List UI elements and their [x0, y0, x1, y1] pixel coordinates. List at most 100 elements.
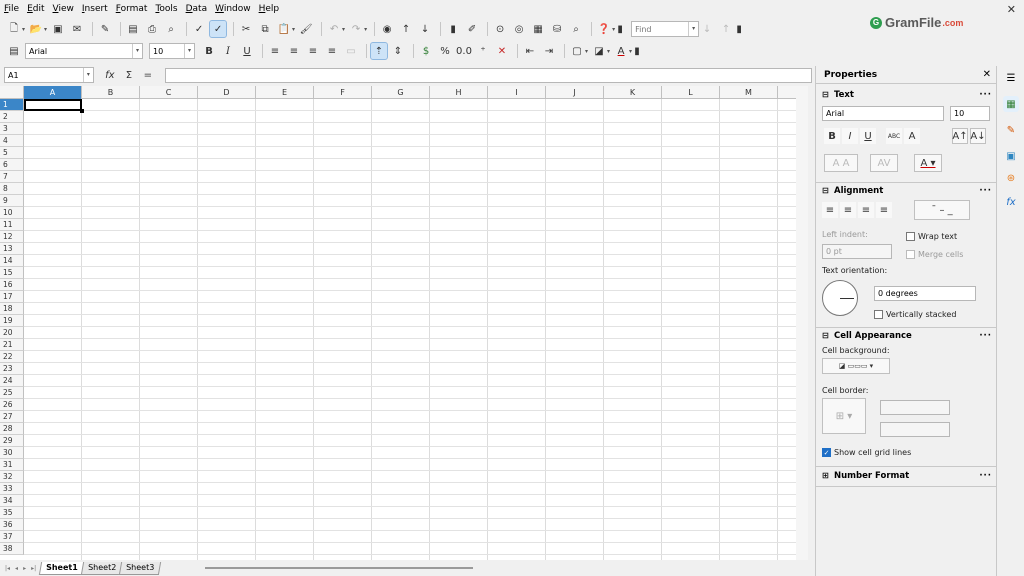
row-header-24[interactable]: 24: [0, 375, 24, 387]
find-next-icon[interactable]: ↓: [699, 21, 715, 37]
column-header-f[interactable]: F: [314, 86, 372, 99]
row-header-19[interactable]: 19: [0, 315, 24, 327]
zoom-icon[interactable]: ⌕: [568, 21, 584, 37]
menu-edit[interactable]: Edit: [27, 4, 44, 14]
row-header-3[interactable]: 3: [0, 123, 24, 135]
row-header-27[interactable]: 27: [0, 411, 24, 423]
new-icon[interactable]: 🗋: [6, 21, 22, 37]
row-header-15[interactable]: 15: [0, 267, 24, 279]
save-icon[interactable]: ▣: [50, 21, 66, 37]
column-header-h[interactable]: H: [430, 86, 488, 99]
styles-icon[interactable]: ▤: [6, 43, 22, 59]
sort-ascending-icon[interactable]: ↑: [398, 21, 414, 37]
formula-icon[interactable]: =: [140, 67, 156, 83]
text-section-header[interactable]: ⊟ Text ···: [816, 88, 997, 101]
column-header-a[interactable]: A: [24, 86, 82, 99]
bold-icon[interactable]: B: [201, 43, 217, 59]
merge-icon[interactable]: ▭: [343, 43, 359, 59]
increase-indent-icon[interactable]: ⇤: [522, 43, 538, 59]
find-replace-icon[interactable]: ⊙: [492, 21, 508, 37]
row-header-9[interactable]: 9: [0, 195, 24, 207]
function-wizard-icon[interactable]: fx: [102, 67, 118, 83]
email-icon[interactable]: ✉: [69, 21, 85, 37]
column-header-e[interactable]: E: [256, 86, 314, 99]
copy-icon[interactable]: ⧉: [257, 21, 273, 37]
toolbar-grip-icon-3[interactable]: ▮: [634, 43, 640, 59]
column-header-j[interactable]: J: [546, 86, 604, 99]
font-color-icon[interactable]: A: [613, 43, 629, 59]
prev-sheet-icon[interactable]: ◂: [15, 565, 18, 572]
menu-format[interactable]: Format: [116, 4, 148, 14]
font-size-dropdown-icon[interactable]: ▾: [184, 44, 194, 58]
vertical-align-group[interactable]: ¯ – _: [914, 200, 970, 220]
row-header-38[interactable]: 38: [0, 543, 24, 555]
spelling-icon[interactable]: ✓: [191, 21, 207, 37]
background-color-icon[interactable]: ◪: [591, 43, 607, 59]
sum-icon[interactable]: Σ: [121, 67, 137, 83]
column-header-l[interactable]: L: [662, 86, 720, 99]
row-header-33[interactable]: 33: [0, 483, 24, 495]
help-icon[interactable]: ❓: [596, 21, 612, 37]
sidebar-italic-icon[interactable]: I: [842, 128, 858, 144]
sidebar-underline-icon[interactable]: U: [860, 128, 876, 144]
deck-navigator-icon[interactable]: ⊛: [1003, 170, 1019, 186]
alignment-section-header[interactable]: ⊟ Alignment ···: [816, 184, 997, 197]
row-header-20[interactable]: 20: [0, 327, 24, 339]
record-icon[interactable]: ◎: [511, 21, 527, 37]
deck-styles-icon[interactable]: ✎: [1003, 122, 1019, 138]
spacing-icon[interactable]: AV: [870, 154, 898, 172]
row-header-11[interactable]: 11: [0, 219, 24, 231]
align-top-icon[interactable]: ⇡: [370, 42, 388, 60]
underline-icon[interactable]: U: [239, 43, 255, 59]
row-header-26[interactable]: 26: [0, 399, 24, 411]
find-input[interactable]: Find ▾: [631, 21, 700, 37]
font-name-box[interactable]: Arial ▾: [25, 43, 143, 59]
next-sheet-icon[interactable]: ▸: [23, 565, 26, 572]
increase-font-icon[interactable]: A↑: [952, 128, 968, 144]
number-format-icon[interactable]: 0.0: [456, 43, 472, 59]
clone-format-icon[interactable]: 🖌: [298, 21, 314, 37]
row-header-32[interactable]: 32: [0, 471, 24, 483]
chart-icon[interactable]: ▮: [445, 21, 461, 37]
row-header-23[interactable]: 23: [0, 363, 24, 375]
horizontal-scrollbar[interactable]: [205, 567, 473, 569]
row-header-18[interactable]: 18: [0, 303, 24, 315]
percent-icon[interactable]: %: [437, 43, 453, 59]
superscript-icon[interactable]: A A: [824, 154, 858, 172]
column-header-b[interactable]: B: [82, 86, 140, 99]
sidebar-align-right-icon[interactable]: ≡: [858, 202, 874, 218]
row-header-31[interactable]: 31: [0, 459, 24, 471]
menu-help[interactable]: Help: [259, 4, 280, 14]
select-all-corner[interactable]: [0, 86, 24, 99]
column-header-i[interactable]: I: [488, 86, 546, 99]
sidebar-align-center-icon[interactable]: ≡: [840, 202, 856, 218]
decrease-indent-icon[interactable]: ⇥: [541, 43, 557, 59]
show-grid-lines-checkbox[interactable]: ✓: [822, 448, 831, 457]
undo-icon[interactable]: ↶: [326, 21, 342, 37]
wrap-text-checkbox[interactable]: [906, 232, 915, 241]
cell-background-button[interactable]: ◪ ▭▭▭ ▾: [822, 358, 890, 374]
gallery-icon[interactable]: ▦: [530, 21, 546, 37]
column-header-k[interactable]: K: [604, 86, 662, 99]
toolbar-grip-icon-2[interactable]: ▮: [736, 21, 742, 37]
border-line-color[interactable]: [880, 422, 950, 437]
menu-view[interactable]: View: [53, 4, 74, 14]
row-header-17[interactable]: 17: [0, 291, 24, 303]
sheet-tab-3[interactable]: Sheet3: [118, 561, 162, 575]
navigator-icon[interactable]: ◉: [379, 21, 395, 37]
menu-tools[interactable]: Tools: [155, 4, 177, 14]
edit-mode-icon[interactable]: ✎: [97, 21, 113, 37]
deck-gallery-icon[interactable]: ▣: [1003, 148, 1019, 164]
pivot-icon[interactable]: ✐: [464, 21, 480, 37]
sidebar-align-left-icon[interactable]: ≡: [822, 202, 838, 218]
cell-area[interactable]: [24, 99, 808, 560]
number-format-section-header[interactable]: ⊞ Number Format ···: [816, 469, 997, 482]
row-header-5[interactable]: 5: [0, 147, 24, 159]
row-header-1[interactable]: 1: [0, 99, 24, 111]
row-header-36[interactable]: 36: [0, 519, 24, 531]
italic-icon[interactable]: I: [220, 43, 236, 59]
row-header-21[interactable]: 21: [0, 339, 24, 351]
spreadsheet-grid[interactable]: ABCDEFGHIJKLM 1 2 3 4 5 6 7 8 9 10 11 12 13 14 15 16 17 1…: [0, 86, 808, 560]
print-preview-icon[interactable]: ⌕: [163, 21, 179, 37]
vertical-scrollbar[interactable]: [796, 86, 808, 560]
